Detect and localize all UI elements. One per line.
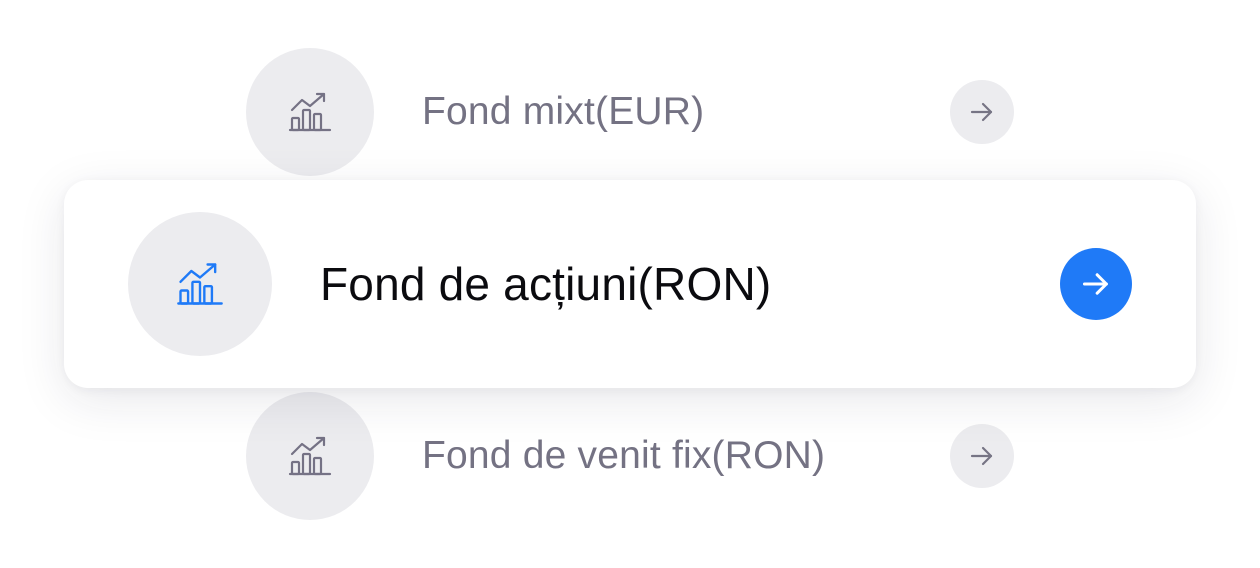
fund-icon-container (246, 48, 374, 176)
fund-item-venit-fix-ron[interactable]: Fond de venit fix(RON) (246, 392, 1014, 520)
fund-item-actiuni-ron[interactable]: Fond de acțiuni(RON) (64, 180, 1196, 388)
fund-icon-container (128, 212, 272, 356)
open-fund-button[interactable] (1060, 248, 1132, 320)
fund-label: Fond de venit fix(RON) (422, 434, 826, 477)
fund-label: Fond mixt(EUR) (422, 90, 705, 133)
fund-label: Fond de acțiuni(RON) (320, 258, 772, 310)
fund-item-mixt-eur[interactable]: Fond mixt(EUR) (246, 48, 1014, 176)
chart-trend-icon (288, 436, 332, 476)
arrow-right-icon (970, 446, 993, 466)
fund-icon-container (246, 392, 374, 520)
chart-trend-icon (288, 92, 332, 132)
arrow-right-icon (970, 102, 993, 122)
open-fund-button[interactable] (950, 424, 1014, 488)
arrow-right-icon (1082, 273, 1108, 295)
open-fund-button[interactable] (950, 80, 1014, 144)
chart-trend-icon (177, 263, 223, 305)
